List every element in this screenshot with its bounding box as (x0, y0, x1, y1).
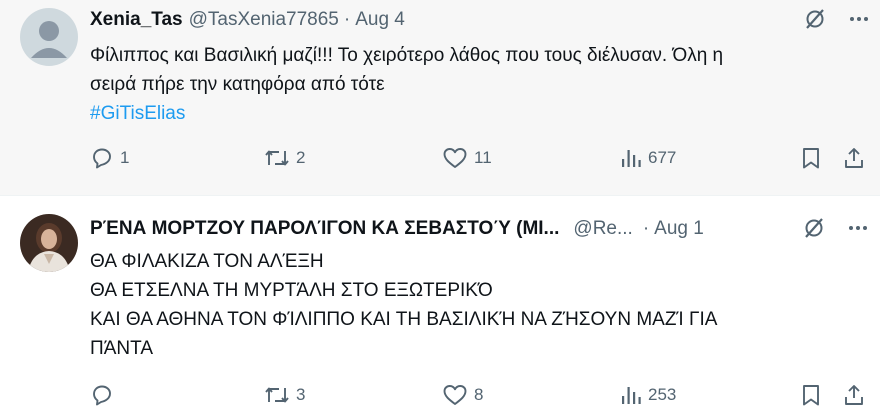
share-button[interactable] (842, 383, 866, 407)
like-button[interactable]: 8 (442, 383, 483, 407)
bookmark-button[interactable] (800, 146, 822, 170)
grok-icon[interactable] (803, 217, 825, 244)
repost-icon (265, 387, 289, 403)
share-icon (845, 385, 863, 405)
views-count: 677 (648, 148, 677, 167)
tweet-date[interactable]: Aug 1 (654, 218, 704, 240)
tweet-actions: 3 8 253 (90, 383, 870, 413)
display-name[interactable]: ΡΈΝΑ ΜΟΡΤΖΟΥ ΠΑΡΟΛΊΓΟΝ ΚΑ ΣΕΒΑΣΤΟΎ (ΜΙ..… (90, 218, 559, 240)
tweet-text: Φίλιππος και Βασιλική μαζί!!! Το χειρότε… (90, 41, 723, 128)
avatar[interactable] (20, 214, 78, 272)
tweet-text-line: ΘΑ ΕΤΣΕΛΝΑ ΤΗ ΜΥΡΤΆΛΗ ΣΤΟ ΕΞΩΤΕΡΙΚΌ (90, 280, 493, 301)
tweet[interactable]: ΡΈΝΑ ΜΟΡΤΖΟΥ ΠΑΡΟΛΊΓΟΝ ΚΑ ΣΕΒΑΣΤΟΎ (ΜΙ..… (0, 196, 880, 419)
user-handle[interactable]: @TasXenia77865 (189, 9, 339, 31)
display-name[interactable]: Xenia_Tas (90, 9, 183, 31)
reply-button[interactable]: 1 (90, 146, 129, 170)
tweet-actions: 1 2 11 677 (90, 146, 870, 176)
reply-button[interactable] (90, 383, 114, 407)
reply-count: 1 (120, 148, 130, 167)
grok-icon[interactable] (804, 8, 826, 35)
separator: · (343, 9, 351, 30)
hashtag-link[interactable]: #GiTisElias (90, 99, 723, 128)
separator: · (642, 218, 650, 239)
avatar[interactable] (20, 8, 78, 66)
user-handle[interactable]: @Re... (573, 218, 632, 240)
share-button[interactable] (842, 146, 866, 170)
like-count: 11 (474, 148, 492, 167)
tweet-text-line: ΘΑ ΦΙΛΑΚΙΖΑ ΤΟΝ ΑΛΈΞΗ (90, 251, 324, 272)
repost-button[interactable]: 3 (264, 383, 305, 407)
repost-icon (265, 150, 289, 166)
more-icon[interactable] (848, 8, 870, 35)
bookmark-button[interactable] (800, 383, 822, 407)
views-button[interactable]: 677 (620, 146, 676, 170)
tweet-text-line: σειρά πήρε την κατηφόρα από τότε (90, 74, 385, 95)
tweet-text-line: ΠΆΝΤΑ (90, 338, 153, 359)
tweet[interactable]: Xenia_Tas @TasXenia77865 · Aug 4 Φίλιππο… (0, 0, 880, 195)
tweet-text-line: Φίλιππος και Βασιλική μαζί!!! Το χειρότε… (90, 45, 724, 66)
views-button[interactable]: 253 (620, 383, 676, 407)
bookmark-icon (803, 148, 819, 169)
tweet-text-line: ΚΑΙ ΘΑ ΑΘΗΝΑ ΤΟΝ ΦΊΛΙΠΠΟ ΚΑΙ ΤΗ ΒΑΣΙΛΙΚΉ… (90, 309, 718, 330)
tweet-header: Xenia_Tas @TasXenia77865 · Aug 4 (90, 9, 405, 31)
views-count: 253 (648, 385, 677, 404)
more-icon[interactable] (847, 217, 869, 244)
like-icon (443, 148, 467, 168)
repost-button[interactable]: 2 (264, 146, 305, 170)
views-icon (622, 387, 641, 404)
tweet-text: ΘΑ ΦΙΛΑΚΙΖΑ ΤΟΝ ΑΛΈΞΗ ΘΑ ΕΤΣΕΛΝΑ ΤΗ ΜΥΡΤ… (90, 247, 717, 363)
like-icon (443, 385, 467, 405)
reply-icon (93, 385, 111, 406)
bookmark-icon (803, 385, 819, 406)
views-icon (622, 150, 641, 167)
reply-icon (93, 148, 111, 169)
tweet-header: ΡΈΝΑ ΜΟΡΤΖΟΥ ΠΑΡΟΛΊΓΟΝ ΚΑ ΣΕΒΑΣΤΟΎ (ΜΙ..… (90, 218, 704, 240)
tweet-date[interactable]: Aug 4 (355, 9, 405, 31)
like-count: 8 (474, 385, 484, 404)
like-button[interactable]: 11 (442, 146, 492, 170)
share-icon (845, 148, 863, 168)
repost-count: 3 (296, 385, 306, 404)
repost-count: 2 (296, 148, 306, 167)
